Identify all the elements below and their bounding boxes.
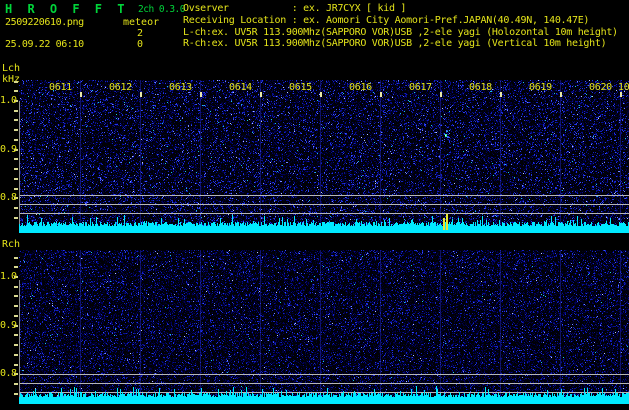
time-tick [500, 92, 502, 97]
freq-label: 0.8 [0, 192, 17, 203]
freq-tick [14, 286, 18, 288]
observer-line: Ovserver : ex. JR7CYX [ kid ] [183, 3, 406, 14]
meteor-count-lch: 2 [137, 28, 143, 39]
freq-label: 0.9 [0, 320, 17, 331]
rch-rig-line: R-ch:ex. UV5R 113.900Mhz(SAPPORO VOR)USB… [183, 38, 606, 49]
location-line: Receiving Location : ex. Aomori City Aom… [183, 15, 589, 26]
time-tick [200, 92, 202, 97]
meteor-count-rch: 0 [137, 39, 143, 50]
freq-tick [14, 334, 18, 336]
freq-tick [14, 344, 18, 346]
time-tick [140, 92, 142, 97]
lch-spectrogram [19, 80, 629, 233]
hrofft-window: H R O F F T 2ch 0.3.0 2509220610.png met… [0, 0, 629, 410]
time-label: 0617 [409, 82, 432, 93]
app-title: H R O F F T [5, 2, 128, 16]
freq-tick [14, 129, 18, 131]
khz-unit-label: kHz [2, 74, 20, 85]
freq-tick [14, 81, 18, 83]
freq-tick [14, 119, 18, 121]
freq-tick [14, 354, 18, 356]
time-label: 0618 [469, 82, 492, 93]
time-label: 0612 [109, 82, 132, 93]
mode-label: meteor [123, 17, 159, 28]
freq-tick [14, 295, 18, 297]
rch-spectrogram [19, 250, 629, 404]
time-tick [320, 92, 322, 97]
freq-tick [14, 393, 18, 395]
app-version: 2ch 0.3.0 [138, 4, 185, 15]
freq-tick [14, 257, 18, 259]
freq-label: 0.9 [0, 144, 17, 155]
freq-tick [14, 207, 18, 209]
time-tick [80, 92, 82, 97]
time-label: 0615 [289, 82, 312, 93]
freq-tick [14, 158, 18, 160]
freq-label: 1.0 [0, 271, 17, 282]
freq-tick [14, 364, 18, 366]
lch-label: Lch [2, 63, 20, 74]
freq-tick [14, 178, 18, 180]
freq-tick [14, 139, 18, 141]
freq-tick [14, 168, 18, 170]
freq-tick [14, 315, 18, 317]
time-label: 0611 [49, 82, 72, 93]
time-label: 0619 [529, 82, 552, 93]
freq-tick [14, 266, 18, 268]
freq-label: 1.0 [0, 95, 17, 106]
freq-tick [14, 110, 18, 112]
time-tick [260, 92, 262, 97]
time-tick [440, 92, 442, 97]
freq-tick [14, 383, 18, 385]
timestamp: 25.09.22 06:10 [5, 39, 84, 50]
freq-tick [14, 305, 18, 307]
freq-tick [14, 90, 18, 92]
time-label: 0614 [229, 82, 252, 93]
time-tick [380, 92, 382, 97]
rch-label: Rch [2, 239, 20, 250]
output-filename: 2509220610.png [5, 17, 84, 28]
freq-tick [14, 188, 18, 190]
time-label: 0620 [589, 82, 612, 93]
time-label: 0613 [169, 82, 192, 93]
time-label-edge: 10 [618, 82, 629, 93]
time-tick [560, 92, 562, 97]
time-label: 0616 [349, 82, 372, 93]
freq-label: 0.8 [0, 368, 17, 379]
lch-rig-line: L-ch:ex. UV5R 113.900Mhz(SAPPORO VOR)USB… [183, 27, 618, 38]
freq-tick [14, 217, 18, 219]
